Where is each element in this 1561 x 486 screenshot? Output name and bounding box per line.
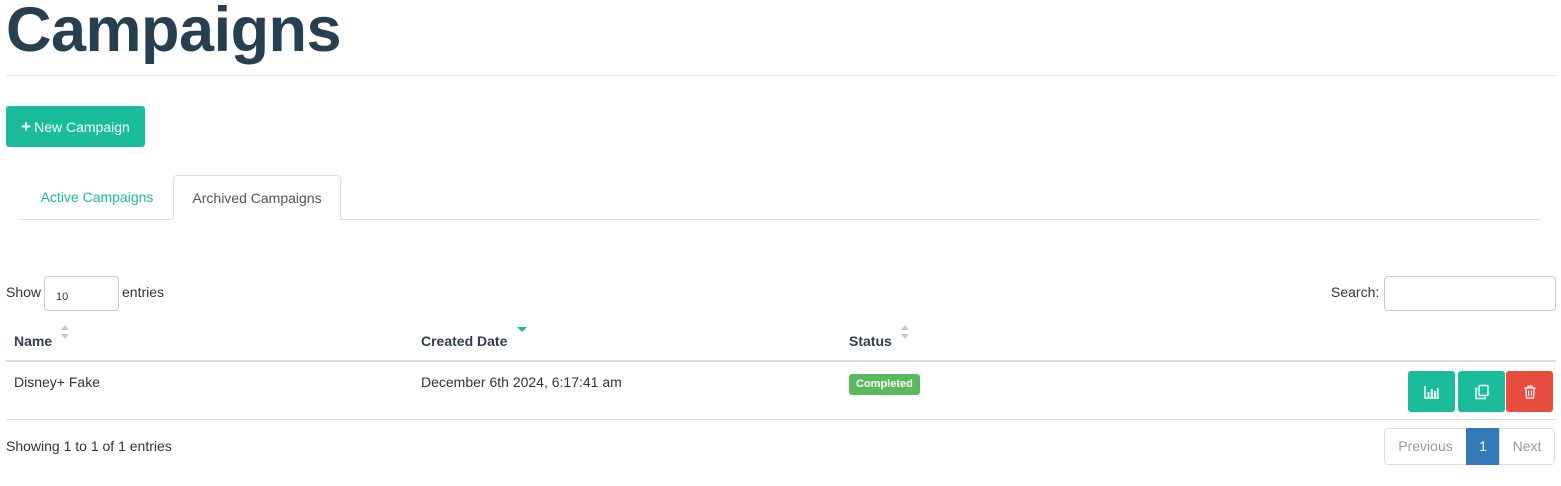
view-results-button[interactable] [1408,371,1455,412]
page-length-select[interactable]: 10 [44,276,119,311]
sort-both-icon [901,325,909,339]
entries-label: entries [122,284,165,300]
new-campaign-button[interactable]: + New Campaign [6,106,145,147]
results-chart-icon [1423,385,1439,399]
new-campaign-label: New Campaign [34,118,130,135]
column-header-created-date[interactable]: Created Date [421,327,527,349]
column-header-label: Name [14,333,53,349]
table-row: Disney+ Fake December 6th 2024, 6:17:41 … [6,362,1556,420]
trash-icon [1524,385,1535,399]
pagination: Previous 1 Next [1384,428,1555,465]
table-header: Name Created Date Status [6,320,1556,362]
campaign-created-date: December 6th 2024, 6:17:41 am [421,374,622,390]
show-label: Show [6,284,42,300]
table-info: Showing 1 to 1 of 1 entries [6,438,172,454]
page-title: Campaigns [6,0,342,65]
delete-campaign-button[interactable] [1506,371,1553,412]
search-input[interactable] [1384,276,1556,311]
campaign-name: Disney+ Fake [14,374,100,390]
column-header-label: Created Date [421,333,508,349]
plus-icon: + [21,117,32,136]
tab-archived-campaigns[interactable]: Archived Campaigns [173,175,341,220]
copy-campaign-button[interactable] [1458,371,1505,412]
campaign-tabs: Active Campaigns Archived Campaigns [21,175,1541,220]
search-label: Search: [1331,284,1380,300]
previous-page-button[interactable]: Previous [1384,428,1467,465]
column-header-status[interactable]: Status [849,325,909,349]
copy-icon [1474,384,1489,399]
next-page-button[interactable]: Next [1499,428,1555,465]
sort-descending-icon [517,327,527,332]
tab-active-campaigns[interactable]: Active Campaigns [21,175,173,220]
sort-both-icon [61,325,69,339]
column-header-name[interactable]: Name [14,325,69,349]
title-divider [6,75,1556,76]
status-badge: Completed [849,374,920,395]
column-header-label: Status [849,333,892,349]
page-number-button[interactable]: 1 [1466,428,1500,465]
